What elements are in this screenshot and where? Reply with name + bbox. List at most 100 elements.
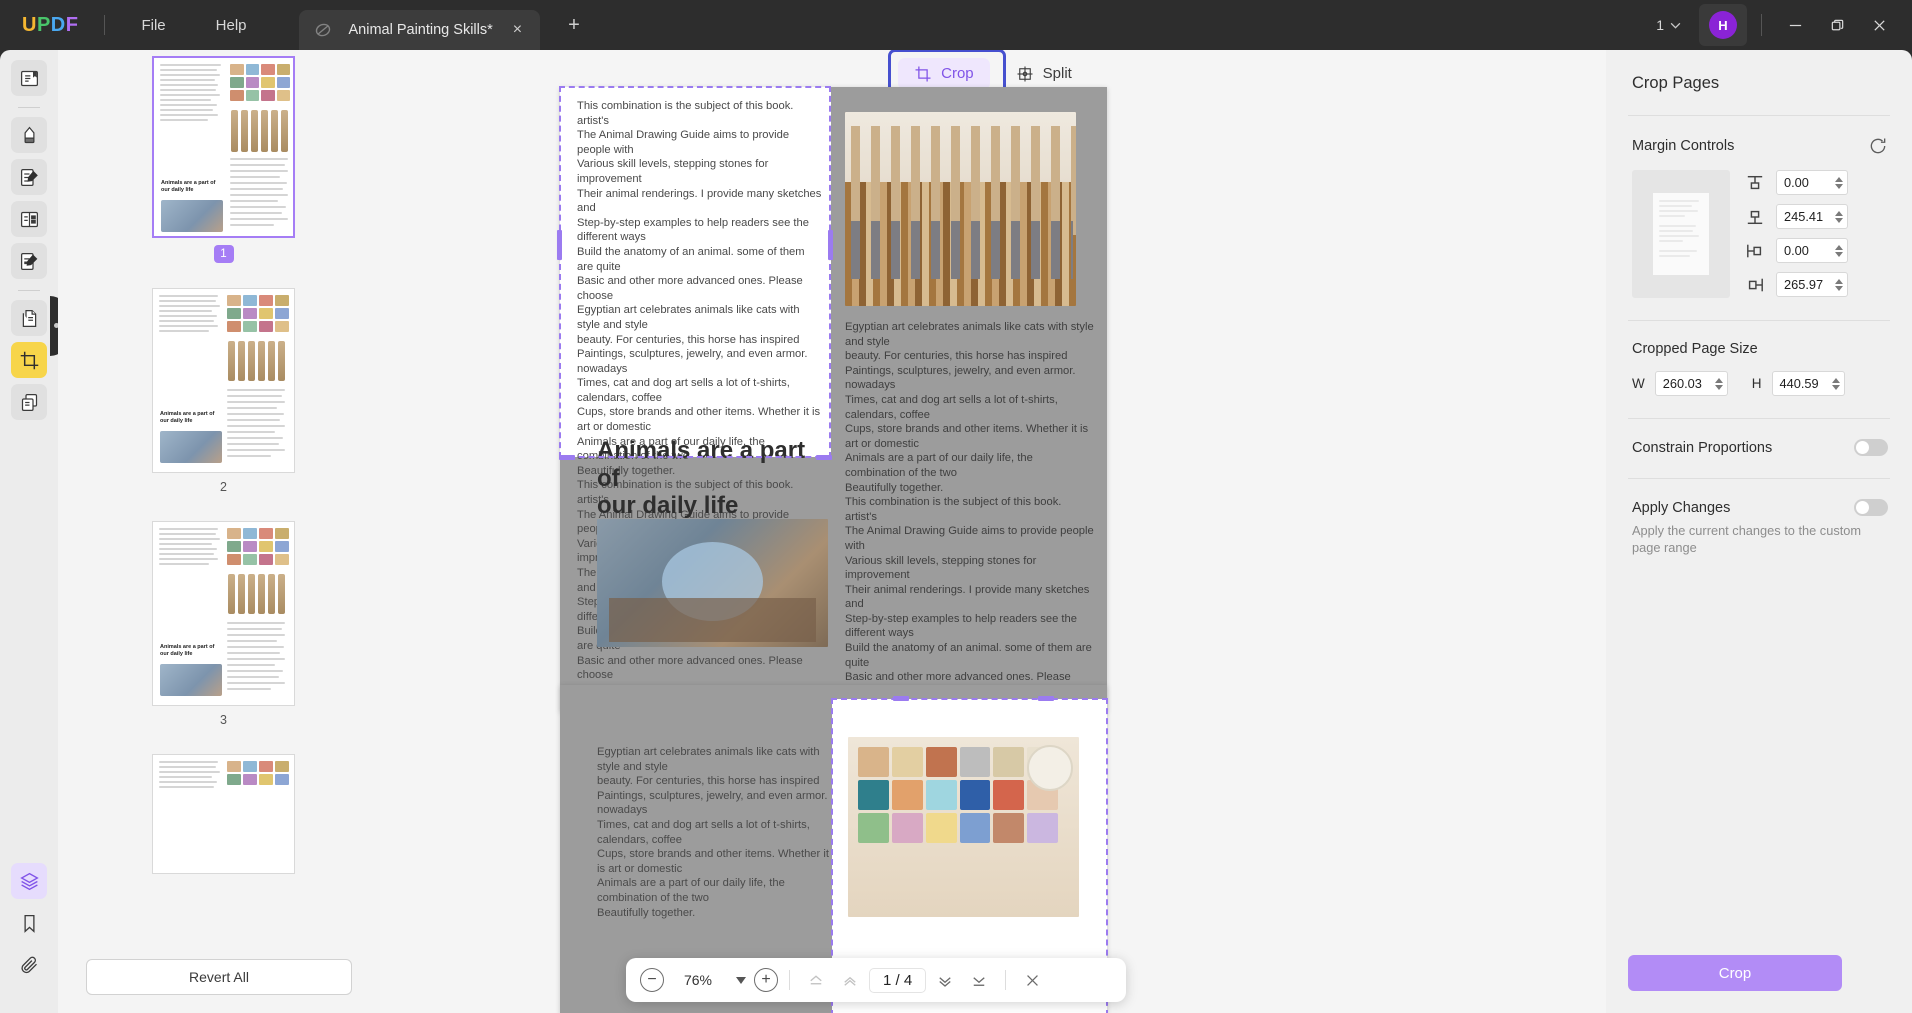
close-toolbar-button[interactable] (1017, 965, 1047, 995)
page-count-dropdown[interactable]: 1 (1648, 12, 1689, 38)
doc-line: Egyptian art celebrates animals like cat… (845, 321, 1094, 348)
sidebar-item-edit-pdf[interactable] (11, 159, 47, 195)
close-window-button[interactable] (1860, 9, 1898, 41)
margin-right-input[interactable]: 265.97 (1776, 272, 1848, 297)
doc-line: beauty. For centuries, this horse has in… (597, 775, 820, 788)
document-tab-title: Animal Painting Skills* (348, 22, 493, 38)
sidebar-item-annotate[interactable] (11, 117, 47, 153)
doc-line: Animals are a part of our daily life, th… (597, 877, 785, 904)
crop-tool-button[interactable]: Crop (898, 57, 990, 90)
crop-icon (915, 66, 931, 81)
split-icon (1017, 66, 1033, 81)
compare-icon (21, 393, 37, 411)
doc-line: Their animal renderings. I provide many … (845, 583, 1090, 611)
last-page-button[interactable] (964, 965, 994, 995)
restore-icon (1831, 19, 1843, 30)
crop-handle-bottom-right[interactable] (816, 455, 832, 460)
close-icon (1873, 19, 1885, 31)
margin-left-steppers[interactable] (1835, 244, 1843, 257)
margin-right-icon (1744, 276, 1766, 294)
previous-page-button[interactable] (835, 965, 865, 995)
margin-top-input[interactable]: 0.00 (1776, 170, 1848, 195)
account-button[interactable]: H (1699, 4, 1747, 46)
thumbnail-list[interactable]: Animals are a part of our daily life 1 A… (58, 50, 380, 962)
sidebar-item-bookmarks[interactable] (11, 905, 47, 941)
margin-right-steppers[interactable] (1835, 278, 1843, 291)
margin-bottom-value: 245.41 (1784, 209, 1824, 224)
revert-all-button[interactable]: Revert All (86, 959, 352, 995)
sidebar-item-sign[interactable] (11, 243, 47, 279)
rail-divider-1 (18, 107, 40, 108)
form-icon (20, 211, 38, 227)
close-icon (1026, 974, 1038, 986)
reset-margins-button[interactable] (1868, 136, 1888, 156)
reader-icon (20, 70, 38, 86)
pdf-page-1[interactable]: This combination is the subject of this … (557, 86, 1107, 800)
margin-left-row: 0.00 (1744, 238, 1848, 263)
crop-handle-left[interactable] (557, 230, 562, 260)
split-tool-button[interactable]: Split (1000, 58, 1088, 90)
sidebar-item-attachments[interactable] (11, 947, 47, 983)
crop-handle-top-2[interactable] (893, 696, 909, 701)
constrain-proportions-toggle[interactable] (1854, 439, 1888, 456)
margin-left-input[interactable]: 0.00 (1776, 238, 1848, 263)
reset-icon (1870, 138, 1886, 154)
page-count-value: 1 (1656, 17, 1664, 33)
thumbnail-preview: Animals are a part of our daily life (153, 289, 294, 472)
margin-top-icon (1744, 174, 1766, 192)
menu-help[interactable]: Help (202, 11, 261, 40)
sidebar-item-compare[interactable] (11, 384, 47, 420)
crop-tool-label: Crop (941, 65, 974, 82)
height-input[interactable]: 440.59 (1771, 371, 1845, 396)
logo-letter-p: P (36, 13, 51, 36)
split-tool-label: Split (1042, 65, 1072, 82)
sidebar-item-forms[interactable] (11, 201, 47, 237)
height-label: H (1751, 376, 1762, 391)
panel-title: Crop Pages (1632, 74, 1720, 92)
margin-bottom-input[interactable]: 245.41 (1776, 204, 1848, 229)
height-steppers[interactable] (1831, 377, 1840, 390)
crop-handle-right[interactable] (828, 230, 833, 260)
doc-line: Cups, store brands and other items. Whet… (597, 848, 829, 875)
sidebar-item-crop[interactable] (11, 342, 47, 378)
logo-letter-f: F (65, 13, 79, 36)
thumbnail-label: 3 (220, 713, 227, 727)
crop-handle-top-right-2[interactable] (1038, 696, 1054, 701)
doc-line: Paintings, sculptures, jewelry, and even… (597, 789, 828, 817)
thumbnail-preview: Animals are a part of our daily life (153, 522, 294, 705)
doc-line: beauty. For centuries, this horse has in… (577, 333, 800, 346)
crop-handle-bottom-left[interactable] (559, 455, 575, 460)
first-page-button[interactable] (801, 965, 831, 995)
thumbnail-page-2[interactable]: Animals are a part of our daily life 2 (152, 288, 295, 494)
sidebar-item-layers[interactable] (11, 863, 47, 899)
menu-file[interactable]: File (127, 11, 179, 40)
logo-letter-u: U (22, 13, 37, 36)
thumbnail-page-1[interactable]: Animals are a part of our daily life 1 (152, 56, 295, 263)
zoom-dropdown-icon[interactable] (732, 973, 750, 988)
zoom-in-button[interactable]: + (754, 968, 778, 992)
page-preview-thumb (1653, 193, 1709, 275)
page-indicator[interactable]: 1 / 4 (869, 967, 927, 993)
margin-top-steppers[interactable] (1835, 176, 1843, 189)
sidebar-item-reader[interactable] (11, 60, 47, 96)
zoom-out-button[interactable]: − (640, 968, 664, 992)
thumbnail-page-3[interactable]: Animals are a part of our daily life 3 (152, 521, 295, 727)
doc-line: Times, cat and dog art sells a lot of t-… (577, 377, 790, 404)
next-page-button[interactable] (930, 965, 960, 995)
crop-button[interactable]: Crop (1628, 955, 1842, 991)
thumbnail-card: Animals are a part of our daily life (152, 521, 295, 706)
width-steppers[interactable] (1714, 377, 1723, 390)
thumbnail-page-4[interactable] (152, 754, 295, 874)
width-input[interactable]: 260.03 (1654, 371, 1728, 396)
maximize-button[interactable] (1818, 9, 1856, 41)
margin-right-value: 265.97 (1784, 277, 1824, 292)
margin-bottom-steppers[interactable] (1835, 210, 1843, 223)
new-tab-button[interactable]: + (562, 13, 586, 37)
page2-left-text: Egyptian art celebrates animals like cat… (597, 745, 837, 920)
close-tab-icon[interactable]: × (509, 20, 526, 40)
minimize-button[interactable] (1776, 9, 1814, 41)
apply-changes-toggle[interactable] (1854, 499, 1888, 516)
sidebar-item-organize-pages[interactable] (11, 300, 47, 336)
document-tab[interactable]: Animal Painting Skills* × (298, 10, 541, 50)
doc-line: Various skill levels, stepping stones fo… (845, 554, 1037, 582)
